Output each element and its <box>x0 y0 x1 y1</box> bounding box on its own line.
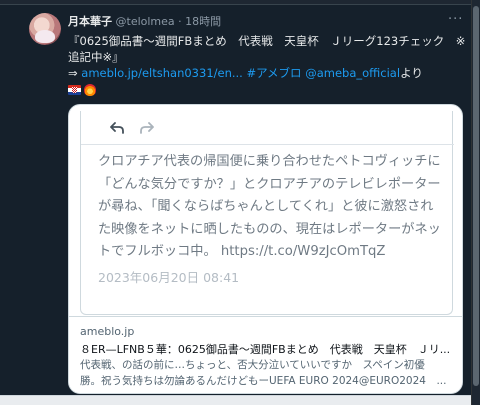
reply-icon[interactable] <box>108 119 126 137</box>
text-suffix: より <box>400 66 423 80</box>
card-title[interactable]: ８ER—LFNB５華：0625御品書～週間FBまとめ 代表戦 天皇杯 Ｊリ... <box>80 341 455 357</box>
mention-link[interactable]: @ameba_official <box>305 66 400 80</box>
card-desc-line: 勝。祝う気持ちは勿論あるんだけどもーUEFA EURO 2024@EURO202… <box>80 375 447 387</box>
emoji-row <box>68 83 96 97</box>
arrow-prefix: ⇒ <box>68 66 82 80</box>
bottom-strip <box>0 395 471 405</box>
tweet-text-line-2: 追記中※』 <box>68 50 124 64</box>
scrollbar[interactable] <box>471 0 480 405</box>
link-card[interactable]: クロアチア代表の帰国便に乗り合わせたペトコヴィッチに 「どんな気分ですか？」とク… <box>68 104 463 394</box>
header-separator: · <box>178 15 182 28</box>
tweet-header: 月本華子 @telolmea · 18時間 <box>68 14 221 30</box>
card-description: 代表戦、の話の前に…ちょっと、否大分泣いていいですか スペイン初優 勝。祝う気持… <box>80 357 455 389</box>
tweet-text-line-3: ⇒ ameblo.jp/eltshan0331/en... #アメブロ @ame… <box>68 65 463 81</box>
tweet-text: 『0625御品書～週間FBまとめ 代表戦 天皇杯 Ｊリーグ123チェック ※ 追… <box>68 33 466 81</box>
embed-line: 「どんな気分ですか？」とクロアチアのテレビレポーター <box>98 176 441 192</box>
display-name[interactable]: 月本華子 <box>68 15 112 28</box>
croatia-flag-icon <box>68 85 81 95</box>
card-desc-line: 代表戦、の話の前に…ちょっと、否大分泣いていいですか スペイン初優 <box>80 359 425 371</box>
embed-toolbar <box>81 111 454 145</box>
user-handle[interactable]: @telolmea <box>116 15 175 28</box>
embed-line: トでフルボッコ中。 https://t.co/W9zJcOmTqZ <box>98 244 386 259</box>
blog-link[interactable]: ameblo.jp/eltshan0331/en... <box>81 66 243 80</box>
avatar[interactable] <box>29 13 61 45</box>
embed-line: が尋ね、「聞くならばちゃんとしてくれ」と彼に激怒され <box>98 199 434 214</box>
embedded-tweet-text: クロアチア代表の帰国便に乗り合わせたペトコヴィッチに 「どんな気分ですか？」とク… <box>98 151 443 264</box>
embed-line: た映像をネットに晒したものの、現在はレポーターがネッ <box>98 221 441 237</box>
more-options-icon[interactable]: ··· <box>448 12 463 27</box>
forward-icon[interactable] <box>138 119 156 137</box>
hashtag-link[interactable]: #アメブロ <box>247 66 302 80</box>
tweet-time[interactable]: 18時間 <box>185 15 221 28</box>
card-domain: ameblo.jp <box>80 325 135 338</box>
embedded-tweet-date: 2023年06月20日 08:41 <box>98 270 240 285</box>
embedded-tweet: クロアチア代表の帰国便に乗り合わせたペトコヴィッチに 「どんな気分ですか？」とク… <box>80 111 454 315</box>
browser-top-strip <box>0 0 480 5</box>
card-info[interactable]: ameblo.jp ８ER—LFNB５華：0625御品書～週間FBまとめ 代表戦… <box>69 316 462 393</box>
tweet-text-line-1: 『0625御品書～週間FBまとめ 代表戦 天皇杯 Ｊリーグ123チェック ※ <box>68 34 466 48</box>
embed-line: クロアチア代表の帰国便に乗り合わせたペトコヴィッチに <box>98 154 441 169</box>
scrollbar-thumb[interactable] <box>473 6 479 386</box>
fire-emblem-icon <box>84 84 96 96</box>
